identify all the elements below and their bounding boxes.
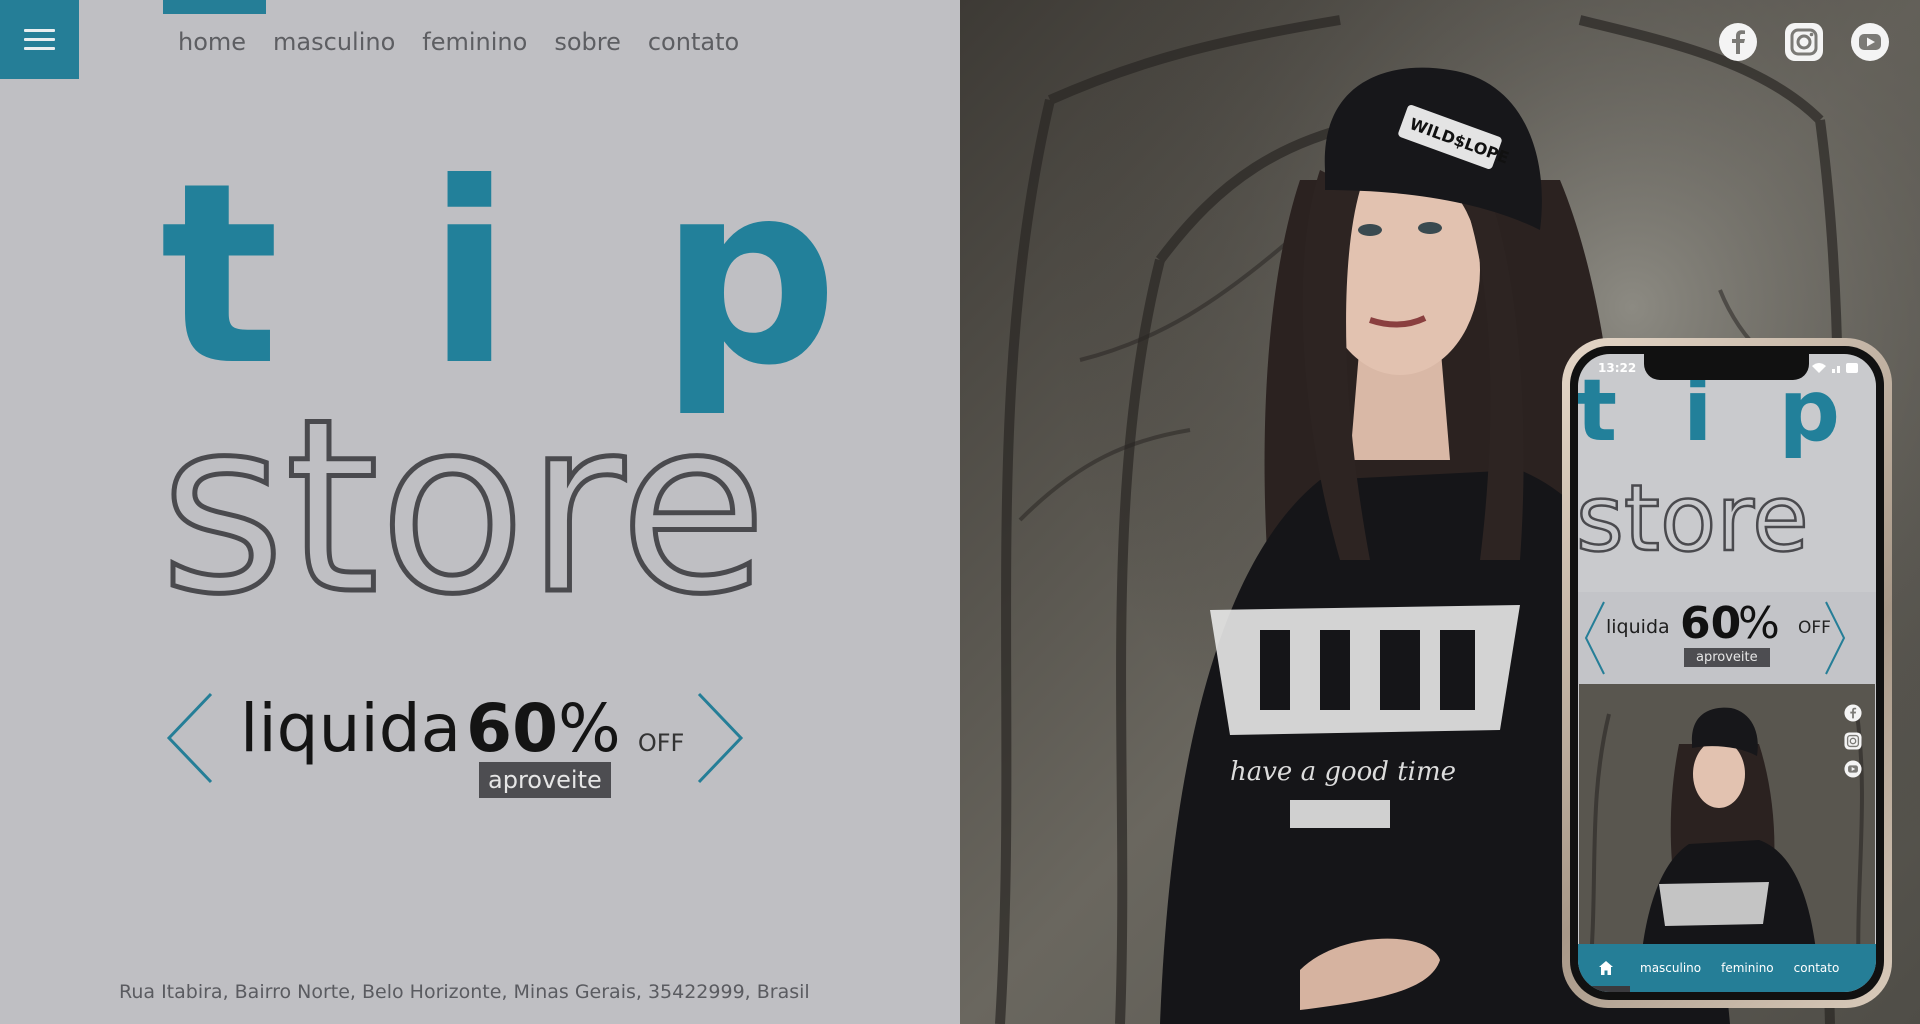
chevron-left-icon[interactable] <box>165 690 215 786</box>
phone-bottom-nav: masculino feminino contato <box>1578 944 1876 992</box>
phone-brand-store: store <box>1578 478 1810 558</box>
phone-status-icons <box>1812 363 1858 373</box>
hamburger-menu-icon[interactable] <box>0 0 79 79</box>
phone-instagram-icon[interactable] <box>1844 732 1862 750</box>
nav-item-feminino[interactable]: feminino <box>422 28 527 56</box>
promo-carousel: liquida 60% OFF aproveite <box>160 690 760 810</box>
phone-home-icon[interactable] <box>1592 954 1620 982</box>
aproveite-button[interactable]: aproveite <box>479 762 611 798</box>
promo-text: liquida 60% OFF <box>240 690 684 767</box>
phone-notch <box>1644 354 1809 380</box>
phone-active-nav-indicator <box>1584 986 1630 992</box>
phone-chevron-left-icon[interactable] <box>1584 600 1606 676</box>
phone-nav-masculino[interactable]: masculino <box>1640 961 1701 975</box>
phone-screen: 13:22 t i p a store liquida 60 % OFF apr… <box>1578 354 1876 992</box>
nav-item-sobre[interactable]: sobre <box>554 28 621 56</box>
footer-address: Rua Itabira, Bairro Norte, Belo Horizont… <box>119 981 810 1003</box>
phone-brand-store-text: store <box>1578 478 1809 558</box>
promo-percent: 60 <box>466 690 559 767</box>
phone-facebook-icon[interactable] <box>1844 704 1862 722</box>
phone-social-links <box>1844 704 1862 778</box>
phone-promo: liquida 60 % OFF aproveite <box>1578 592 1876 684</box>
youtube-icon[interactable] <box>1850 22 1890 62</box>
nav-item-contato[interactable]: contato <box>648 28 739 56</box>
promo-off: OFF <box>637 729 685 757</box>
phone-chevron-right-icon[interactable] <box>1824 600 1846 676</box>
brand-title-store: store <box>160 400 770 610</box>
phone-mockup: 13:22 t i p a store liquida 60 % OFF apr… <box>1562 338 1892 1008</box>
phone-nav-feminino[interactable]: feminino <box>1721 961 1774 975</box>
phone-promo-word: liquida <box>1606 616 1670 638</box>
phone-bezel: 13:22 t i p a store liquida 60 % OFF apr… <box>1570 346 1884 1000</box>
phone-promo-percent: 60 <box>1680 598 1742 649</box>
nav-item-home[interactable]: home <box>178 28 246 56</box>
promo-word: liquida <box>240 690 462 767</box>
brand-title-store-text: store <box>160 400 767 610</box>
phone-aproveite-button[interactable]: aproveite <box>1684 648 1770 667</box>
svg-text:have a good time: have a good time <box>1230 757 1456 787</box>
nav-item-masculino[interactable]: masculino <box>273 28 395 56</box>
social-links <box>1718 22 1890 62</box>
phone-brand-tipa: t i p a <box>1578 361 1876 461</box>
left-pane: home masculino feminino sobre contato t … <box>0 0 1154 1024</box>
chevron-right-icon[interactable] <box>695 690 745 786</box>
phone-youtube-icon[interactable] <box>1844 760 1862 778</box>
main-nav: home masculino feminino sobre contato <box>178 28 739 56</box>
facebook-icon[interactable] <box>1718 22 1758 62</box>
phone-status-time: 13:22 <box>1598 361 1637 375</box>
phone-promo-percent-sign: % <box>1738 598 1780 649</box>
instagram-icon[interactable] <box>1784 22 1824 62</box>
promo-percent-sign: % <box>558 690 621 767</box>
active-nav-indicator <box>163 0 266 14</box>
phone-nav-contato[interactable]: contato <box>1794 961 1840 975</box>
phone-model-photo <box>1579 684 1875 984</box>
